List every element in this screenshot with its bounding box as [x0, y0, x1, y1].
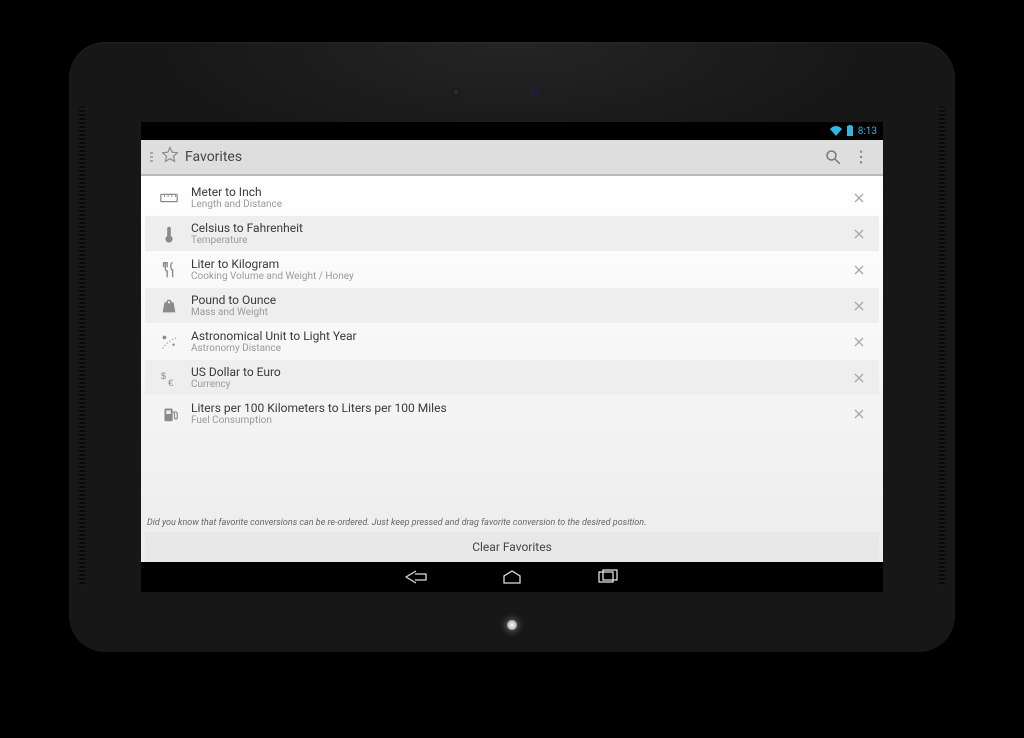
nav-drawer-button[interactable] [149, 146, 179, 168]
favorite-title: US Dollar to Euro [191, 365, 849, 379]
favorite-title: Liter to Kilogram [191, 257, 849, 271]
sensor [532, 88, 538, 94]
favorite-title: Pound to Ounce [191, 293, 849, 307]
favorite-subtitle: Temperature [191, 235, 849, 247]
favorite-row[interactable]: Celsius to FahrenheitTemperature [145, 216, 879, 251]
remove-favorite-button[interactable] [849, 188, 869, 208]
favorite-title: Astronomical Unit to Light Year [191, 329, 849, 343]
remove-favorite-button[interactable] [849, 332, 869, 352]
page-title: Favorites [185, 149, 819, 165]
favorite-subtitle: Astronomy Distance [191, 343, 849, 355]
favorites-list: Meter to InchLength and Distance Celsius … [141, 176, 883, 512]
favorite-subtitle: Fuel Consumption [191, 415, 849, 427]
favorite-text: Liters per 100 Kilometers to Liters per … [183, 401, 849, 427]
screen: 8:13 Favorites Meter to InchLength and D… [141, 122, 883, 592]
favorite-text: Liter to KilogramCooking Volume and Weig… [183, 257, 849, 283]
favorite-text: Astronomical Unit to Light YearAstronomy… [183, 329, 849, 355]
favorite-title: Celsius to Fahrenheit [191, 221, 849, 235]
remove-favorite-button[interactable] [849, 296, 869, 316]
astronomy-icon [155, 332, 183, 352]
battery-icon [846, 125, 854, 137]
favorite-title: Liters per 100 Kilometers to Liters per … [191, 401, 849, 415]
favorite-row[interactable]: Liter to KilogramCooking Volume and Weig… [145, 252, 879, 287]
action-bar: Favorites [141, 140, 883, 176]
favorite-row[interactable]: Meter to InchLength and Distance [145, 180, 879, 215]
favorite-row[interactable]: Pound to OunceMass and Weight [145, 288, 879, 323]
favorite-text: Meter to InchLength and Distance [183, 185, 849, 211]
remove-favorite-button[interactable] [849, 368, 869, 388]
wifi-icon [830, 126, 842, 136]
favorite-subtitle: Currency [191, 379, 849, 391]
cutlery-icon [155, 260, 183, 280]
recents-button[interactable] [590, 567, 626, 587]
favorite-title: Meter to Inch [191, 185, 849, 199]
favorite-text: Pound to OunceMass and Weight [183, 293, 849, 319]
fuel-icon [155, 404, 183, 424]
status-time: 8:13 [858, 126, 877, 137]
home-indicator [507, 620, 517, 630]
system-nav-bar [141, 562, 883, 592]
camera [452, 88, 460, 96]
favorite-row[interactable]: US Dollar to EuroCurrency [145, 360, 879, 395]
favorite-subtitle: Length and Distance [191, 199, 849, 211]
favorite-subtitle: Cooking Volume and Weight / Honey [191, 271, 849, 283]
ruler-icon [155, 188, 183, 208]
tablet-frame: 8:13 Favorites Meter to InchLength and D… [69, 42, 955, 652]
star-icon [161, 146, 179, 168]
favorite-text: Celsius to FahrenheitTemperature [183, 221, 849, 247]
overflow-menu-button[interactable] [847, 143, 875, 171]
reorder-hint: Did you know that favorite conversions c… [141, 512, 883, 532]
favorite-row[interactable]: Astronomical Unit to Light YearAstronomy… [145, 324, 879, 359]
clear-favorites-button[interactable]: Clear Favorites [145, 532, 879, 562]
remove-favorite-button[interactable] [849, 260, 869, 280]
favorite-text: US Dollar to EuroCurrency [183, 365, 849, 391]
currency-icon [155, 368, 183, 388]
favorite-subtitle: Mass and Weight [191, 307, 849, 319]
search-button[interactable] [819, 143, 847, 171]
weight-icon [155, 296, 183, 316]
thermo-icon [155, 224, 183, 244]
status-bar: 8:13 [141, 122, 883, 140]
remove-favorite-button[interactable] [849, 224, 869, 244]
back-button[interactable] [398, 567, 434, 587]
remove-favorite-button[interactable] [849, 404, 869, 424]
favorite-row[interactable]: Liters per 100 Kilometers to Liters per … [145, 396, 879, 431]
home-button[interactable] [494, 567, 530, 587]
content-area: Meter to InchLength and Distance Celsius … [141, 176, 883, 562]
